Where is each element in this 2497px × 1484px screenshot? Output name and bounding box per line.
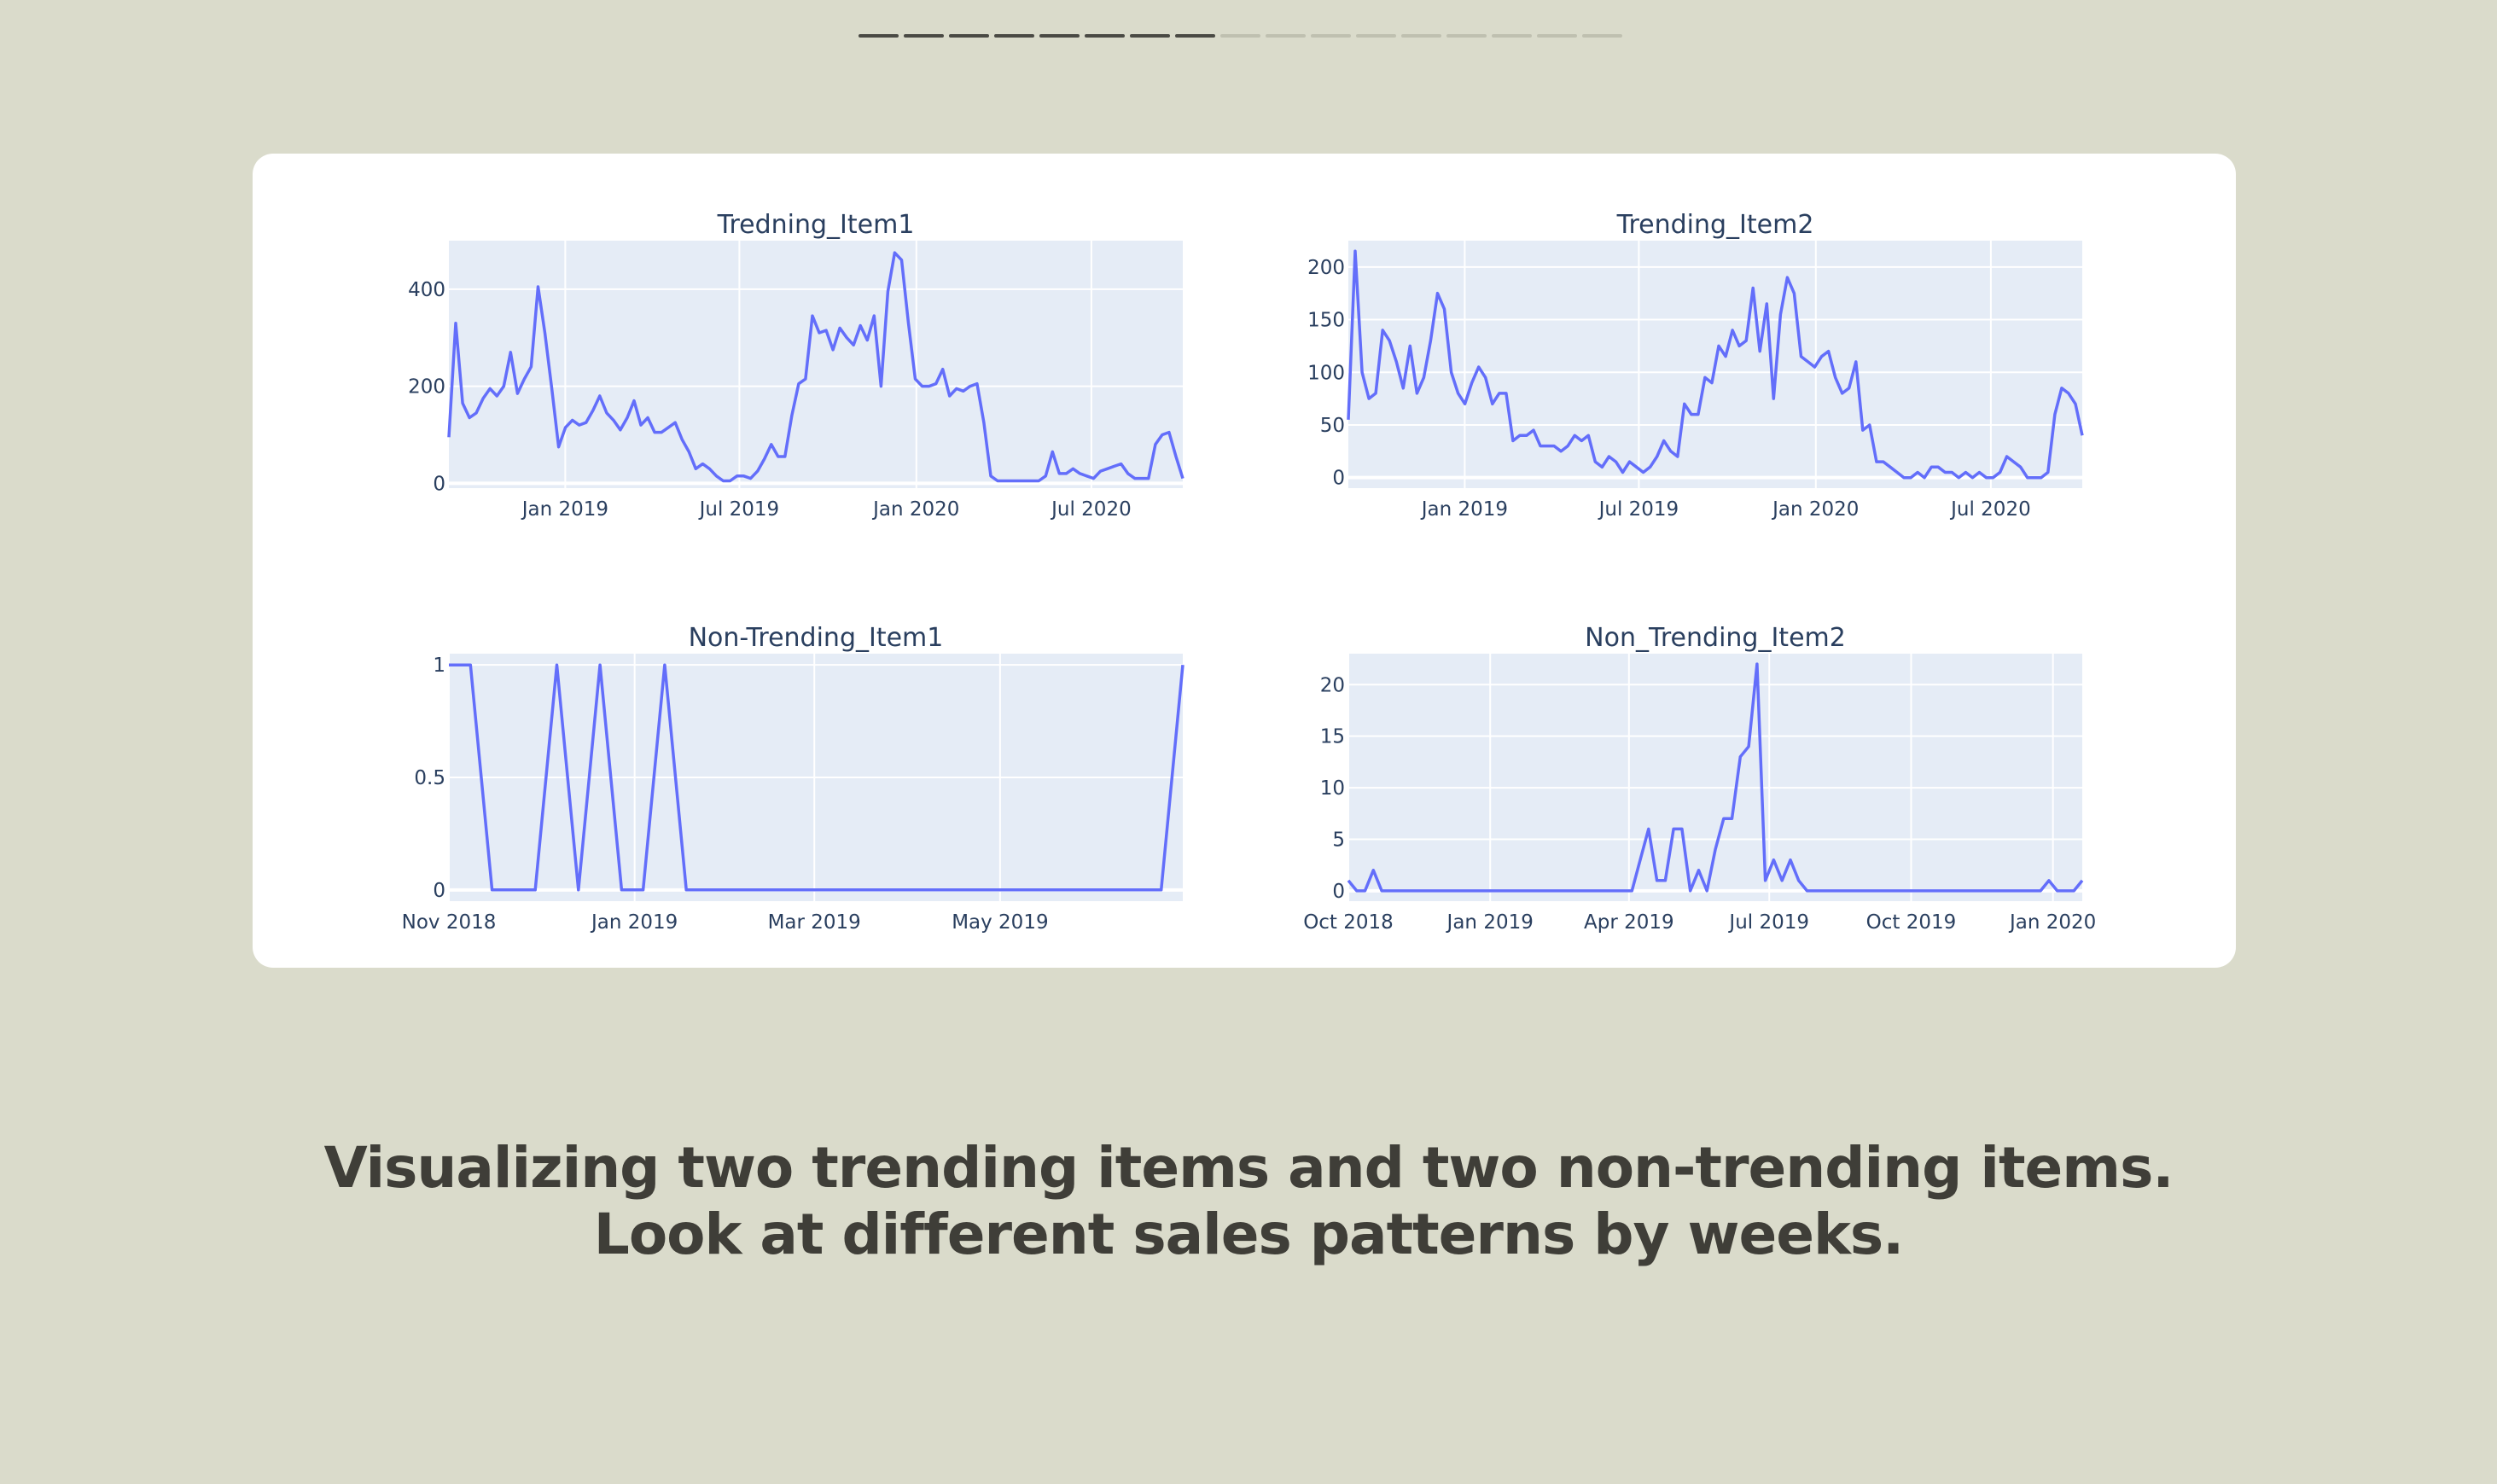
chart-3: Nov 2018 Jan 2019 Mar 2019 May 2019 0 0.5 1 Non… xyxy=(402,623,1184,934)
y-tick-label: 150 xyxy=(1307,310,1345,332)
y-tick-label: 0 xyxy=(433,473,445,495)
chart-title: Trending_Item2 xyxy=(1616,210,1814,240)
y-tick-label: 5 xyxy=(1332,829,1345,852)
chart-2: Jan 2019 Jul 2019 Jan 2020 Jul 2020 0 50 100 15… xyxy=(1307,210,2084,521)
x-tick-label: Jan 2019 xyxy=(1420,498,1508,521)
x-tick-label: Jul 2019 xyxy=(1598,498,1679,521)
progress-segment-10[interactable] xyxy=(1266,34,1306,38)
progress-segment-16[interactable] xyxy=(1537,34,1577,38)
y-tick-label: 20 xyxy=(1320,674,1345,696)
progress-segment-6[interactable] xyxy=(1085,34,1125,38)
progress-segment-13[interactable] xyxy=(1401,34,1441,38)
progress-segment-8[interactable] xyxy=(1175,34,1215,38)
x-tick-label: Jan 2019 xyxy=(590,911,678,934)
y-tick-label: 1 xyxy=(433,655,445,677)
x-tick-label: Jul 2019 xyxy=(698,498,780,521)
y-tick-label: 200 xyxy=(1307,257,1345,279)
progress-segment-14[interactable] xyxy=(1446,34,1487,38)
y-tick-label: 0 xyxy=(1332,881,1345,903)
chart-1: Jan 2019 Jul 2019 Jan 2020 Jul 2020 0 200 400 T… xyxy=(408,210,1184,521)
x-tick-label: Jan 2020 xyxy=(1771,498,1859,521)
x-tick-label: Mar 2019 xyxy=(768,911,861,934)
progress-segment-4[interactable] xyxy=(994,34,1034,38)
plot-area xyxy=(1348,654,2082,901)
slide-caption: Visualizing two trending items and two n… xyxy=(323,1135,2174,1267)
progress-segment-1[interactable] xyxy=(859,34,899,38)
x-tick-label: Oct 2019 xyxy=(1866,911,1957,934)
slide-progress-indicator xyxy=(859,34,1630,39)
chart-4: Oct 2018 Jan 2019 Apr 2019 Jul 2019 Oct 2019… xyxy=(1303,623,2096,934)
x-tick-label: Nov 2018 xyxy=(402,911,497,934)
progress-segment-9[interactable] xyxy=(1220,34,1260,38)
x-tick-label: May 2019 xyxy=(952,911,1048,934)
y-tick-label: 0 xyxy=(433,880,445,902)
y-tick-label: 50 xyxy=(1320,415,1345,437)
x-tick-label: Jul 2020 xyxy=(1050,498,1132,521)
plot-area xyxy=(449,241,1183,488)
y-tick-label: 15 xyxy=(1320,726,1345,748)
charts-canvas: Jan 2019 Jul 2019 Jan 2020 Jul 20200200400T… xyxy=(402,210,2097,934)
y-tick-label: 10 xyxy=(1320,777,1345,800)
chart-title: Non-Trending_Item1 xyxy=(689,623,944,653)
progress-segment-17[interactable] xyxy=(1582,34,1622,38)
chart-title: Non_Trending_Item2 xyxy=(1585,623,1846,653)
chart-card: Jan 2019 Jul 2019 Jan 2020 Jul 2020 0 200 400 T… xyxy=(253,154,2236,968)
y-tick-label: 100 xyxy=(1307,362,1345,384)
progress-segment-7[interactable] xyxy=(1130,34,1170,38)
progress-segment-2[interactable] xyxy=(904,34,944,38)
x-tick-label: Apr 2019 xyxy=(1584,911,1674,934)
y-tick-label: 0 xyxy=(1332,468,1345,490)
x-tick-label: Jul 2019 xyxy=(1727,911,1809,934)
x-tick-label: Jul 2020 xyxy=(1949,498,2031,521)
y-tick-label: 400 xyxy=(408,279,445,301)
progress-segment-15[interactable] xyxy=(1492,34,1532,38)
x-tick-label: Oct 2018 xyxy=(1303,911,1394,934)
y-tick-label: 200 xyxy=(408,376,445,399)
progress-segment-5[interactable] xyxy=(1039,34,1080,38)
x-tick-label: Jan 2020 xyxy=(2008,911,2096,934)
chart-title: Tredning_Item1 xyxy=(717,210,915,240)
y-tick-label: 0.5 xyxy=(414,767,445,789)
x-tick-label: Jan 2020 xyxy=(871,498,959,521)
x-tick-label: Jan 2019 xyxy=(521,498,608,521)
progress-segment-11[interactable] xyxy=(1311,34,1351,38)
progress-segment-3[interactable] xyxy=(949,34,989,38)
x-tick-label: Jan 2019 xyxy=(1446,911,1534,934)
progress-segment-12[interactable] xyxy=(1356,34,1396,38)
